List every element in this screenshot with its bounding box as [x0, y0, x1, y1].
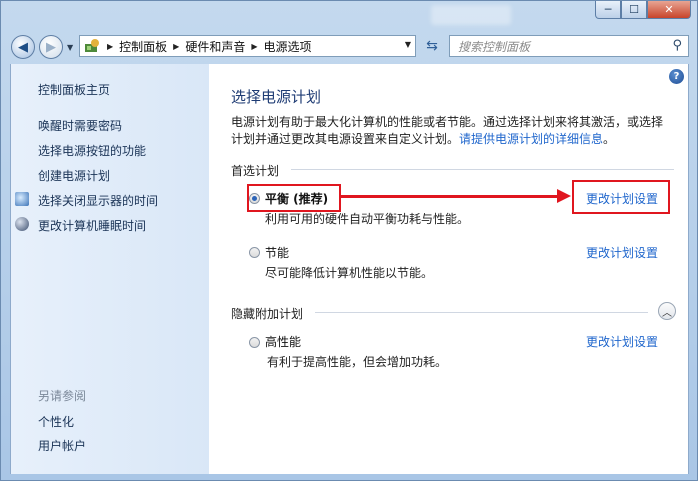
plan-powersaver-name[interactable]: 节能	[265, 244, 289, 261]
minimize-button[interactable]: ─	[595, 1, 621, 19]
divider	[291, 169, 674, 170]
intro-end: 。	[603, 132, 616, 146]
hidden-plans-label: 隐藏附加计划	[231, 307, 304, 321]
back-button[interactable]: ◀	[11, 35, 35, 59]
plan-highperf-desc: 有利于提高性能，但会增加功耗。	[267, 355, 448, 369]
plan-powersaver-desc: 尽可能降低计算机性能以节能。	[265, 266, 434, 280]
breadcrumb-hardware-sound[interactable]: 硬件和声音	[185, 38, 245, 55]
address-dropdown-icon[interactable]: ▼	[405, 40, 411, 49]
refresh-icon: ⇆	[426, 38, 438, 54]
search-input[interactable]: 搜索控制面板 ⚲	[449, 35, 689, 57]
plan-highperf-name[interactable]: 高性能	[265, 333, 301, 350]
see-also-heading: 另请参阅	[38, 389, 87, 403]
power-plan-info-link[interactable]: 请提供电源计划的详细信息	[459, 132, 603, 146]
preferred-plans-label: 首选计划	[231, 164, 280, 178]
annotation-arrow-head	[557, 189, 571, 203]
forward-arrow-icon: ▶	[46, 39, 56, 55]
control-panel-icon	[85, 39, 99, 52]
search-icon[interactable]: ⚲	[672, 38, 682, 53]
sidebar-item-create-plan[interactable]: 创建电源计划	[38, 167, 110, 184]
breadcrumb-chevron-icon[interactable]: ▶	[251, 42, 257, 51]
forward-button[interactable]: ▶	[39, 35, 63, 59]
back-arrow-icon: ◀	[18, 39, 28, 55]
breadcrumb-power-options[interactable]: 电源选项	[264, 38, 312, 55]
monitor-icon	[15, 192, 29, 206]
plan-balanced-desc: 利用可用的硬件自动平衡功耗与性能。	[265, 212, 470, 226]
plan-powersaver-change-link[interactable]: 更改计划设置	[586, 244, 658, 261]
plan-highperf-change-link[interactable]: 更改计划设置	[586, 333, 658, 350]
intro-paragraph: 电源计划有助于最大化计算机的性能或者节能。通过选择计划来将其激活，或选择计划并通…	[231, 114, 671, 148]
navigation-bar: ◀ ▶ ▼ ▶ 控制面板 ▶ 硬件和声音 ▶ 电源选项 ▼ ⇆ 搜索控制面板 ⚲	[1, 31, 697, 63]
window: ─ ☐ ✕ ◀ ▶ ▼ ▶ 控制面板 ▶ 硬件和声音 ▶ 电源选项 ▼ ⇆ 搜索…	[0, 0, 698, 481]
title-bar: ─ ☐ ✕	[1, 1, 697, 29]
help-icon[interactable]: ?	[669, 69, 684, 84]
divider	[315, 312, 648, 313]
collapse-chevron-icon[interactable]: ︿	[658, 302, 676, 320]
sidebar-item-wake-password[interactable]: 唤醒时需要密码	[38, 117, 122, 134]
plan-powersaver-radio[interactable]	[249, 247, 260, 258]
blurred-title-area	[431, 5, 511, 25]
address-bar[interactable]: ▶ 控制面板 ▶ 硬件和声音 ▶ 电源选项 ▼	[79, 35, 416, 57]
sidebar-item-home[interactable]: 控制面板主页	[38, 81, 110, 98]
annotation-box-change-settings	[572, 180, 670, 214]
refresh-button[interactable]: ⇆	[419, 35, 445, 57]
main-content: ? 选择电源计划 电源计划有助于最大化计算机的性能或者节能。通过选择计划来将其激…	[209, 64, 689, 474]
history-dropdown-icon[interactable]: ▼	[67, 43, 73, 52]
page-title: 选择电源计划	[231, 88, 322, 106]
sidebar: 控制面板主页 唤醒时需要密码 选择电源按钮的功能 创建电源计划 选择关闭显示器的…	[10, 64, 209, 474]
sidebar-item-power-button[interactable]: 选择电源按钮的功能	[38, 142, 146, 159]
moon-icon	[15, 217, 29, 231]
sidebar-item-sleep-time[interactable]: 更改计算机睡眠时间	[38, 217, 146, 234]
breadcrumb-chevron-icon[interactable]: ▶	[173, 42, 179, 51]
annotation-box-balanced	[247, 184, 341, 212]
sidebar-item-display-off[interactable]: 选择关闭显示器的时间	[38, 192, 158, 209]
annotation-arrow-line	[341, 195, 563, 198]
breadcrumb-control-panel[interactable]: 控制面板	[119, 38, 167, 55]
sidebar-item-user-accounts[interactable]: 用户帐户	[38, 437, 86, 454]
sidebar-item-personalize[interactable]: 个性化	[38, 413, 74, 430]
breadcrumb-chevron-icon[interactable]: ▶	[107, 42, 113, 51]
close-button[interactable]: ✕	[647, 1, 691, 19]
search-placeholder: 搜索控制面板	[458, 39, 531, 54]
window-controls: ─ ☐ ✕	[595, 1, 691, 19]
plan-highperf-radio[interactable]	[249, 337, 260, 348]
maximize-button[interactable]: ☐	[621, 1, 647, 19]
